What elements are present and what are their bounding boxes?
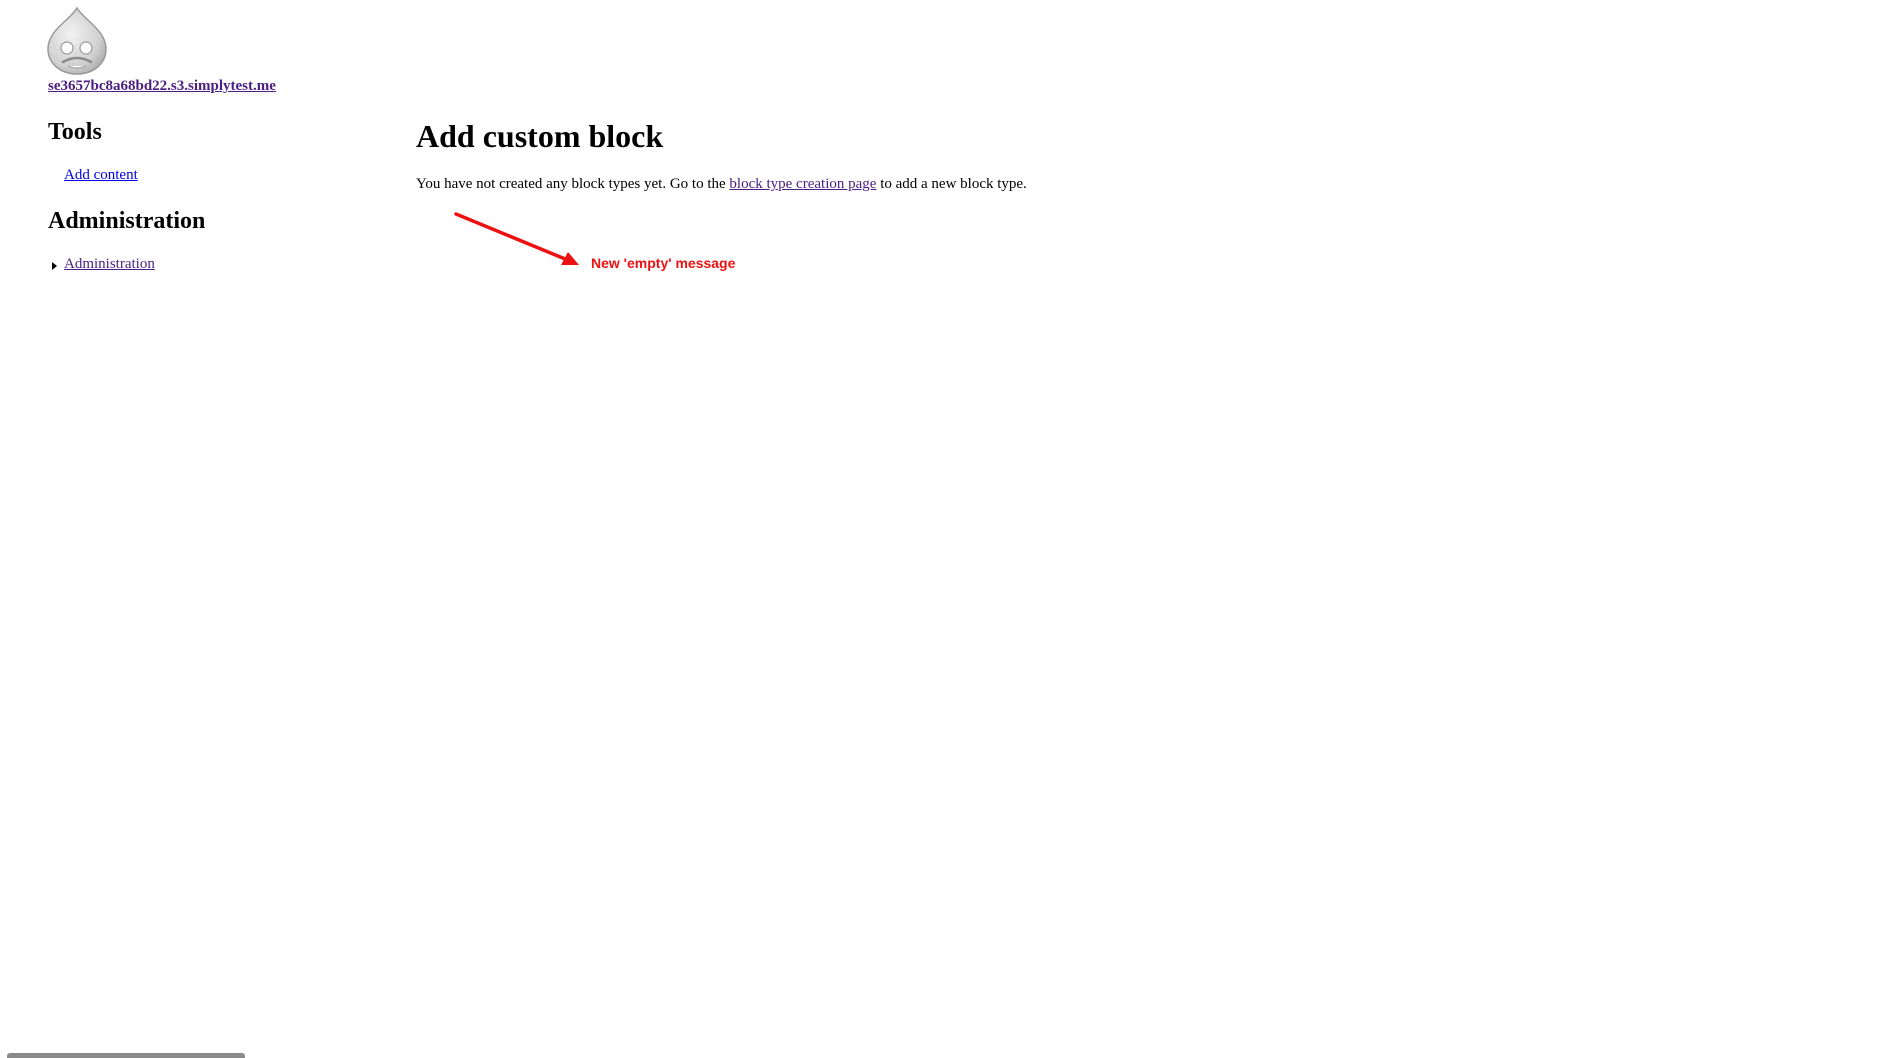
horizontal-scrollbar-thumb[interactable] [7, 1053, 245, 1058]
main-content: Add custom block You have not created an… [416, 116, 1816, 192]
empty-message-text-after: to add a new block type. [876, 176, 1027, 192]
annotation-arrow-icon [454, 212, 579, 265]
annotation-label: New 'empty' message [591, 255, 736, 271]
drupal-drop-icon[interactable] [46, 6, 108, 76]
empty-block-types-message: You have not created any block types yet… [416, 176, 1027, 193]
page: se3657bc8a68bd22.s3.simplytest.me Tools … [0, 0, 1903, 1058]
administration-menu-link[interactable]: Administration [64, 256, 155, 273]
page-title: Add custom block [416, 118, 664, 154]
administration-block-title: Administration [48, 208, 206, 234]
collapsed-arrow-icon[interactable] [52, 262, 57, 270]
block-type-creation-link[interactable]: block type creation page [729, 176, 876, 192]
site-name-link[interactable]: se3657bc8a68bd22.s3.simplytest.me [48, 78, 276, 95]
add-content-link[interactable]: Add content [64, 167, 138, 184]
tools-block-title: Tools [48, 119, 102, 145]
empty-message-text-before: You have not created any block types yet… [416, 176, 730, 192]
